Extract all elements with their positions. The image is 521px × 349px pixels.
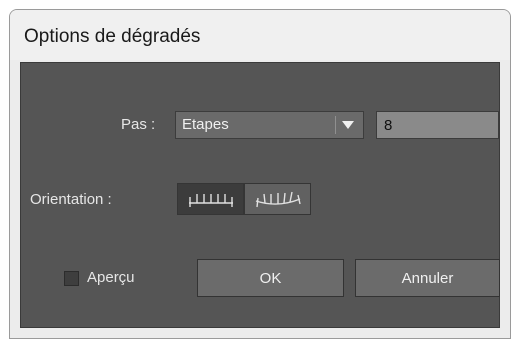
chevron-down-icon[interactable] <box>342 121 354 129</box>
preview-checkbox[interactable] <box>64 271 79 286</box>
cancel-button[interactable]: Annuler <box>355 259 500 297</box>
title-bar[interactable]: Options de dégradés <box>10 10 510 60</box>
spacing-dropdown[interactable]: Etapes <box>175 111 364 139</box>
preview-label[interactable]: Aperçu <box>87 269 135 286</box>
blend-options-dialog: Options de dégradés Pas : Etapes Orienta… <box>9 9 511 339</box>
dropdown-separator <box>335 116 336 134</box>
align-to-path-icon <box>255 191 301 208</box>
align-to-page-button[interactable] <box>177 183 244 215</box>
steps-input[interactable] <box>376 111 499 139</box>
ok-button[interactable]: OK <box>197 259 344 297</box>
spacing-label: Pas : <box>121 116 156 133</box>
spacing-dropdown-value: Etapes <box>182 116 229 133</box>
dialog-body: Pas : Etapes Orientation : <box>20 62 500 328</box>
orientation-label: Orientation : <box>30 191 112 208</box>
dialog-title: Options de dégradés <box>24 26 201 47</box>
align-to-page-icon <box>189 194 233 207</box>
align-to-path-button[interactable] <box>244 183 311 215</box>
